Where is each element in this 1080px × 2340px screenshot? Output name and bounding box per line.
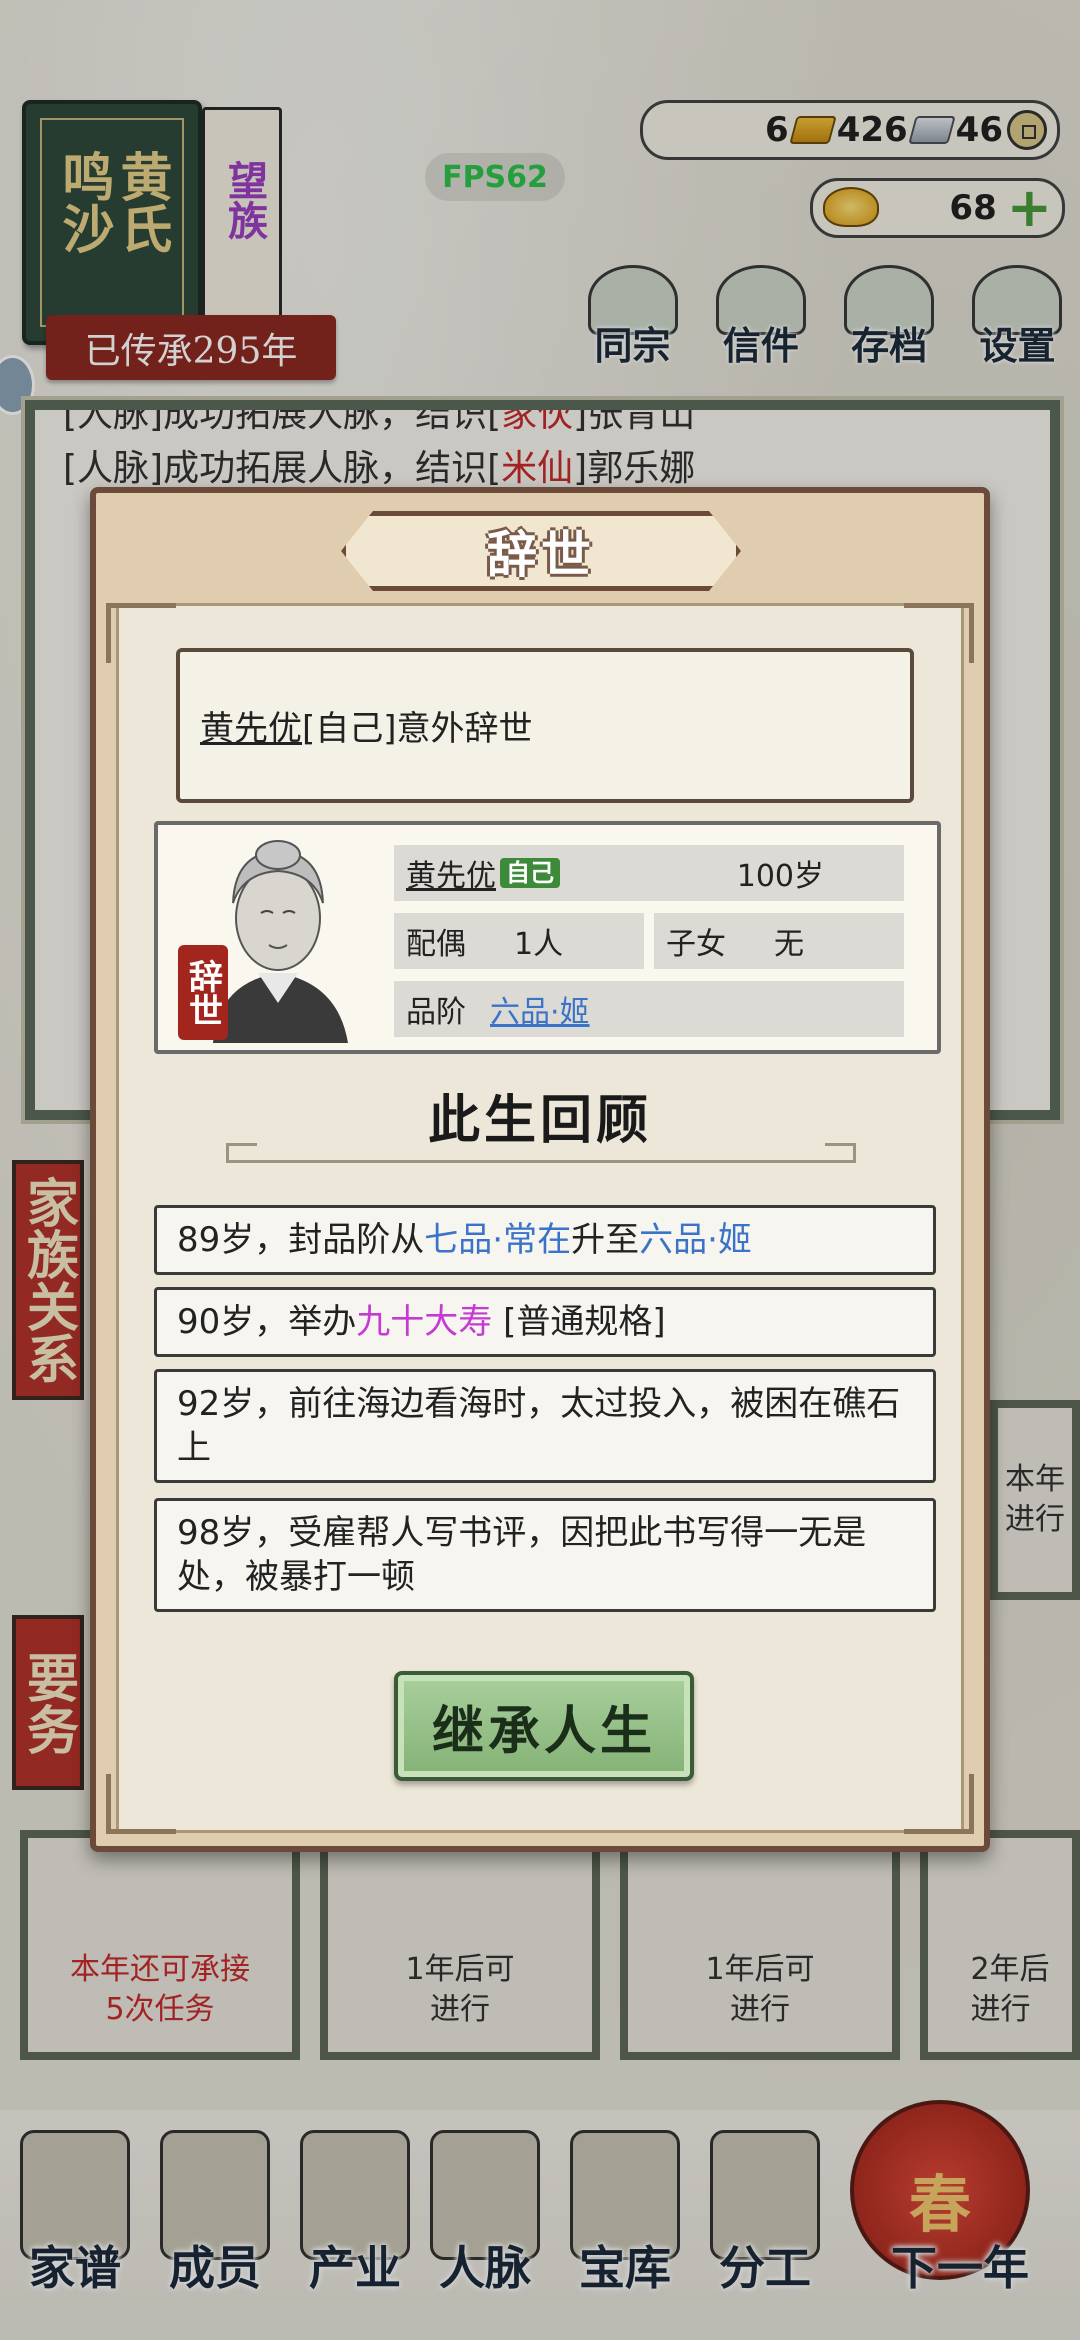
- spouse-row: 配偶 1人: [394, 913, 644, 969]
- corner-ornament: [106, 1774, 176, 1834]
- death-message: 黄先优 [自己]意外辞世: [176, 648, 914, 803]
- children-count: 无: [774, 927, 804, 962]
- inherit-life-button[interactable]: 继承人生: [394, 1671, 694, 1781]
- deceased-stamp: 辞世: [178, 945, 228, 1040]
- rank-row: 品阶 六品·姬: [394, 981, 904, 1037]
- life-event: 89岁，封品阶从七品·常在升至六品·姬: [154, 1205, 936, 1275]
- corner-ornament: [904, 603, 974, 663]
- dialog-title: 辞世: [487, 526, 595, 584]
- dialog-title-plate: 辞世: [341, 511, 741, 591]
- self-badge: 自己: [500, 858, 560, 888]
- life-review-title: 此生回顾: [427, 1091, 652, 1151]
- person-age: 100岁: [736, 859, 824, 894]
- person-card: 辞世 黄先优 自己 100岁 配偶 1人 子女 无 品阶 六品·姬: [154, 821, 941, 1054]
- life-event: 92岁，前往海边看海时，太过投入，被困在礁石上: [154, 1369, 936, 1483]
- rank-link[interactable]: 六品·姬: [490, 987, 590, 1031]
- life-event: 98岁，受雇帮人写书评，因把此书写得一无是处，被暴打一顿: [154, 1498, 936, 1612]
- deceased-name-link[interactable]: 黄先优: [200, 701, 302, 750]
- corner-ornament: [106, 603, 176, 663]
- life-event: 90岁，举办九十大寿 [普通规格]: [154, 1287, 936, 1357]
- person-name[interactable]: 黄先优: [406, 851, 496, 895]
- spouse-count: 1人: [514, 927, 564, 962]
- name-row: 黄先优 自己 100岁: [394, 845, 904, 901]
- death-dialog: 辞世 黄先优 [自己]意外辞世 辞世 黄先优 自己 100岁 配偶 1人 子女 …: [90, 487, 990, 1852]
- corner-ornament: [904, 1774, 974, 1834]
- title-divider: [226, 1143, 856, 1163]
- children-row: 子女 无: [654, 913, 904, 969]
